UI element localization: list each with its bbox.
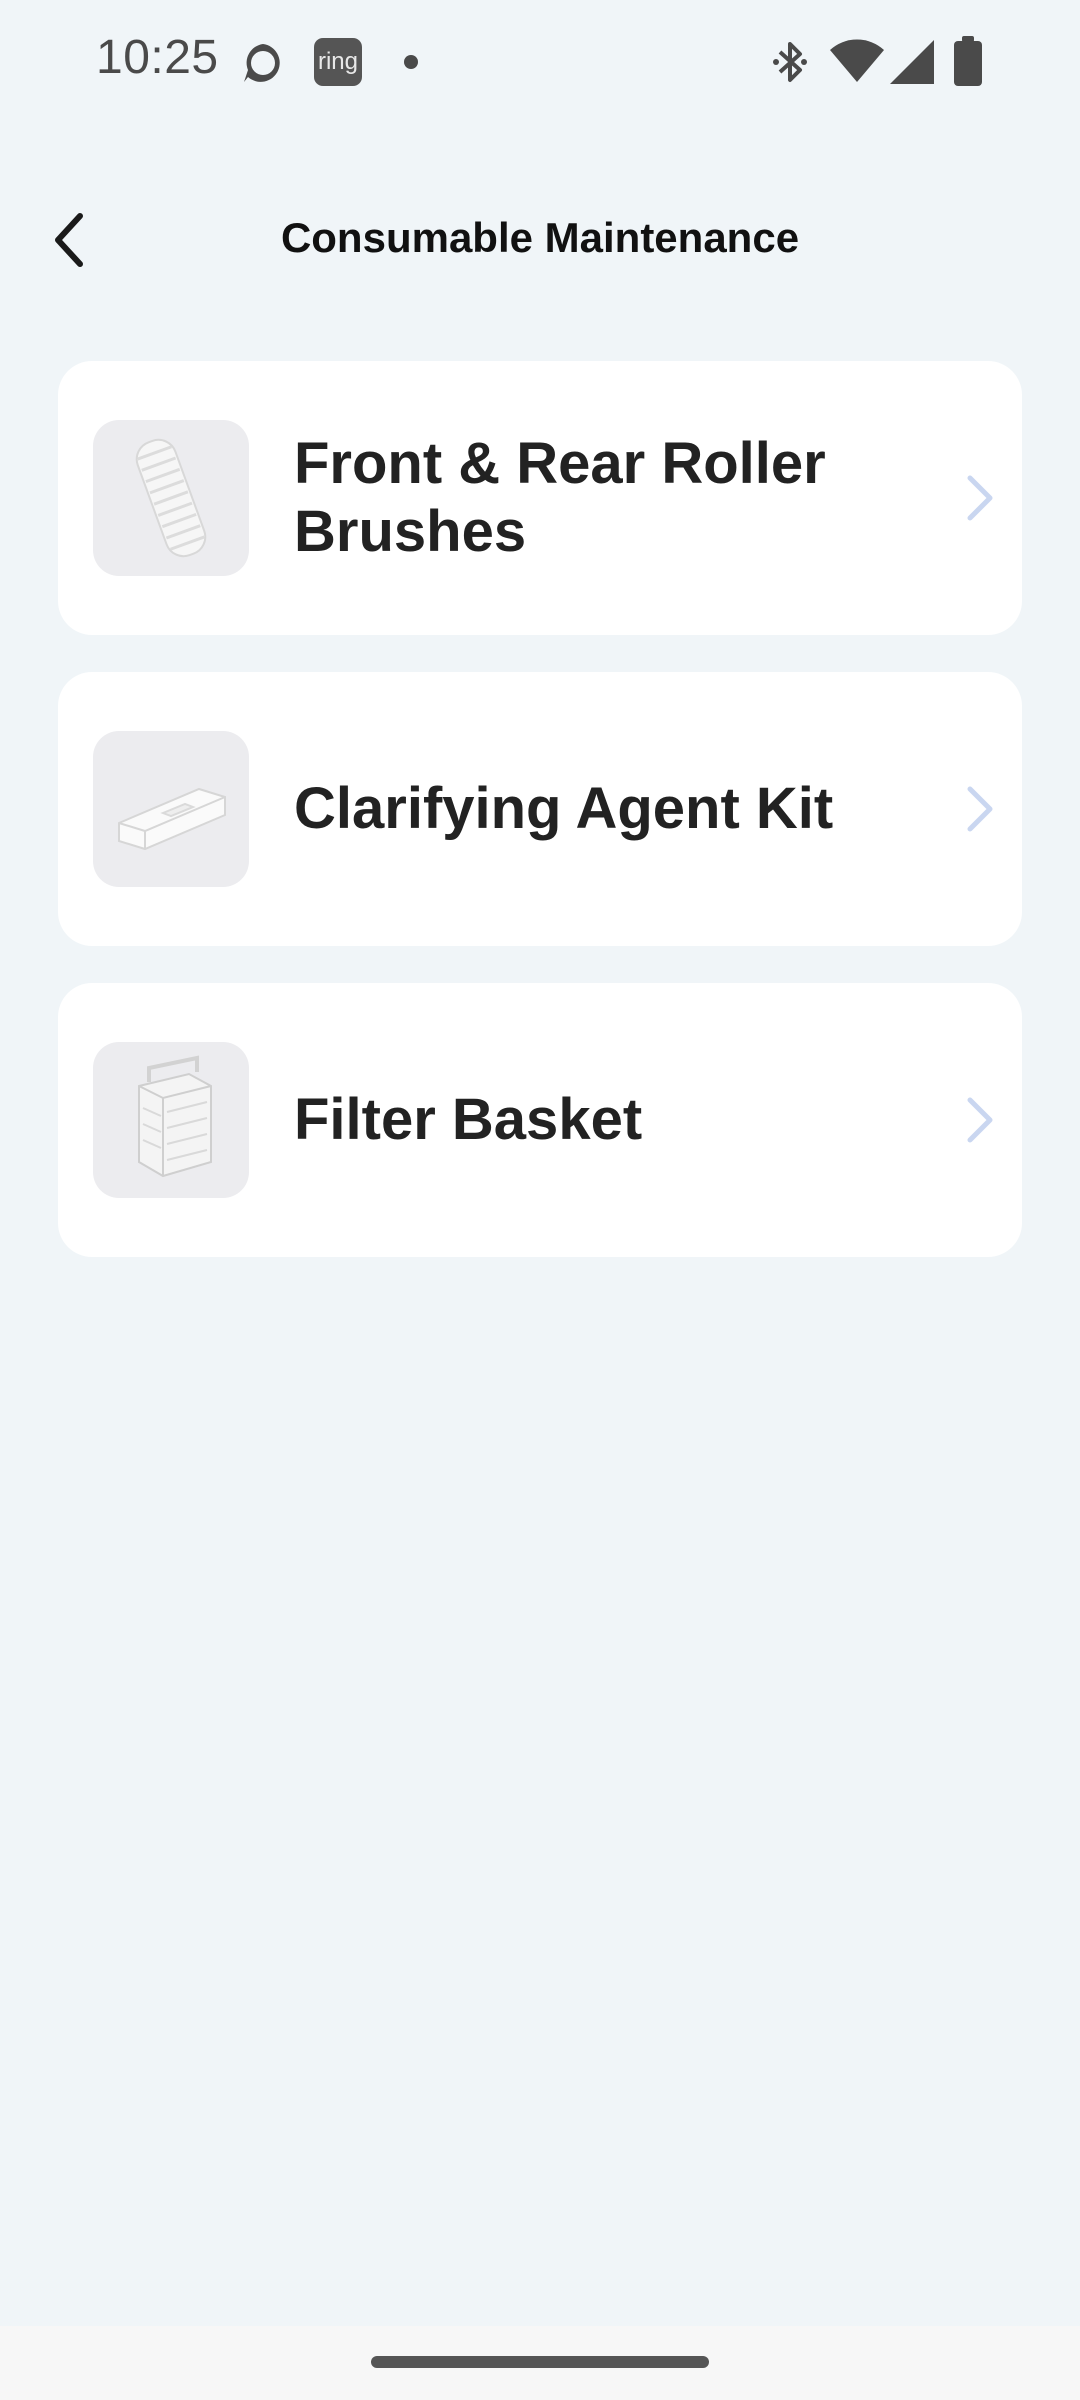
chevron-right-icon (960, 468, 1000, 528)
list-item-clarifying-agent[interactable]: Clarifying Agent Kit (58, 672, 1022, 946)
clarifying-agent-image (93, 731, 249, 887)
status-bar: 10:25 ring (0, 0, 1080, 124)
wifi-icon (830, 39, 884, 82)
bluetooth-icon (773, 42, 807, 82)
consumable-list: Front & Rear Roller Brushes Clarifying A… (58, 361, 1022, 1294)
chevron-right-icon (960, 1090, 1000, 1150)
item-label: Front & Rear Roller Brushes (294, 431, 826, 564)
item-label: Filter Basket (294, 1087, 643, 1152)
battery-icon (954, 36, 982, 86)
navigation-bar (0, 2326, 1080, 2400)
alexa-icon (244, 44, 280, 82)
home-gesture-handle[interactable] (371, 2356, 709, 2368)
page-title: Consumable Maintenance (280, 214, 800, 261)
filter-basket-image (93, 1042, 249, 1198)
dot-icon (404, 55, 418, 69)
status-time: 10:25 (96, 31, 219, 84)
signal-icon (890, 40, 934, 84)
item-label: Clarifying Agent Kit (294, 776, 834, 841)
roller-brush-image (93, 420, 249, 576)
chevron-right-icon (960, 779, 1000, 839)
ring-icon: ring (314, 38, 362, 86)
list-item-filter-basket[interactable]: Filter Basket (58, 983, 1022, 1257)
ring-icon-label: ring (317, 48, 359, 75)
list-item-roller-brushes[interactable]: Front & Rear Roller Brushes (58, 361, 1022, 635)
app-header: Consumable Maintenance (0, 190, 1080, 290)
